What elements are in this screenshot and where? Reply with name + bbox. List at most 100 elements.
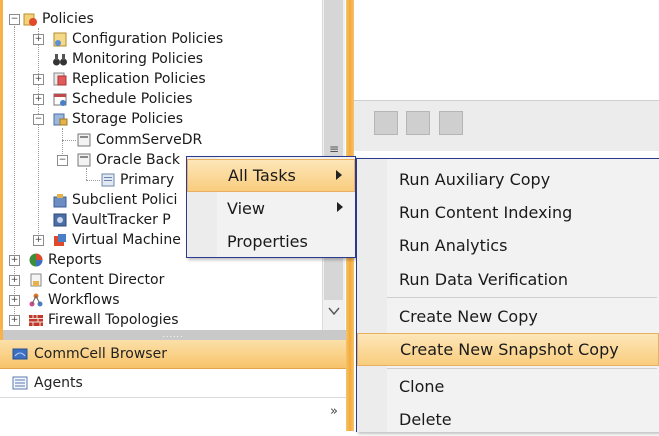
tree-node-commservedr[interactable]: CommServeDR xyxy=(76,130,202,150)
menu-item-label: Properties xyxy=(227,232,308,251)
expand-workflows-toggle[interactable]: + xyxy=(9,295,20,306)
expand-schedule-policies-toggle[interactable]: + xyxy=(33,94,44,105)
expand-reports-toggle[interactable]: + xyxy=(9,255,20,266)
menu-item-label: Run Auxiliary Copy xyxy=(399,170,551,189)
menu-item-run-data-verification[interactable]: Run Data Verification xyxy=(357,263,659,296)
tree-node-policies[interactable]: Policies xyxy=(22,9,94,29)
menu-item-all-tasks[interactable]: All Tasks xyxy=(187,159,355,192)
tree-label: Schedule Policies xyxy=(72,91,193,107)
tree-node-schedule-policies[interactable]: Schedule Policies xyxy=(52,89,193,109)
toolbar-image-icon[interactable] xyxy=(439,111,463,135)
submenu-arrow-icon xyxy=(337,202,343,212)
collapse-policies-toggle[interactable]: − xyxy=(9,14,20,25)
menu-item-create-new-copy[interactable]: Create New Copy xyxy=(357,300,659,333)
menu-separator xyxy=(387,368,657,369)
menu-item-label: Run Content Indexing xyxy=(399,203,573,222)
tree-node-vaulttracker[interactable]: VaultTracker P xyxy=(52,210,171,230)
agents-icon xyxy=(12,375,28,391)
menu-item-run-auxiliary-copy[interactable]: Run Auxiliary Copy xyxy=(357,163,659,196)
tree-label: VaultTracker P xyxy=(72,212,171,228)
tree-label: Policies xyxy=(42,11,94,27)
tree-label: Reports xyxy=(48,252,102,268)
nav-footer xyxy=(0,398,346,431)
tree-node-oracle-backup[interactable]: Oracle Back xyxy=(76,150,180,170)
menu-item-clone[interactable]: Clone xyxy=(357,370,659,403)
tree-label: Primary xyxy=(120,172,175,188)
tree-node-reports[interactable]: Reports xyxy=(28,250,102,270)
scrollbar-grip-icon: ≡ xyxy=(328,142,340,156)
tree-node-storage-policies[interactable]: Storage Policies xyxy=(52,109,183,129)
menu-item-label: Create New Copy xyxy=(399,307,538,326)
menu-item-run-content-indexing[interactable]: Run Content Indexing xyxy=(357,196,659,229)
schedule-policies-icon xyxy=(52,91,68,107)
tree-label: Subclient Polici xyxy=(72,192,178,208)
collapse-oracle-backup-toggle[interactable]: − xyxy=(57,155,68,166)
tree-node-subclient-policies[interactable]: Subclient Polici xyxy=(52,190,177,210)
nav-label: Agents xyxy=(34,375,83,391)
tree-node-primary[interactable]: Primary xyxy=(100,170,174,190)
expand-content-director-toggle[interactable]: + xyxy=(9,275,20,286)
menu-item-label: View xyxy=(227,199,265,218)
workflow-icon xyxy=(28,292,44,308)
context-menu: All Tasks View Properties xyxy=(186,156,356,258)
toolbar-properties-icon[interactable] xyxy=(406,111,430,135)
tree-label: CommServeDR xyxy=(96,132,203,148)
pane-splitter[interactable]: ...... xyxy=(0,330,346,340)
nav-label: CommCell Browser xyxy=(34,346,167,362)
tree-node-content-director[interactable]: Content Director xyxy=(28,270,164,290)
configuration-policies-icon xyxy=(52,31,68,47)
subclient-policies-icon xyxy=(52,192,68,208)
storage-policy-icon xyxy=(76,152,92,168)
firewall-icon xyxy=(28,312,44,328)
virtual-machine-icon xyxy=(52,232,68,248)
tree-label: Virtual Machine xyxy=(72,232,181,248)
orange-frame-edge xyxy=(0,0,3,340)
details-pane xyxy=(354,0,659,101)
menu-item-label: Clone xyxy=(399,377,445,396)
menu-item-label: All Tasks xyxy=(228,166,296,185)
tree-label: Content Director xyxy=(48,272,165,288)
tree-label: Monitoring Policies xyxy=(72,51,204,67)
tree-label: Storage Policies xyxy=(72,111,184,127)
tree-node-workflows[interactable]: Workflows xyxy=(28,290,120,310)
expand-replication-policies-toggle[interactable]: + xyxy=(33,74,44,85)
menu-item-label: Create New Snapshot Copy xyxy=(400,340,619,359)
menu-item-label: Delete xyxy=(399,410,452,429)
policies-icon xyxy=(22,11,38,27)
tree-node-replication-policies[interactable]: Replication Policies xyxy=(52,69,206,89)
toolbar-bookmark-icon[interactable] xyxy=(374,111,398,135)
vaulttracker-icon xyxy=(52,212,68,228)
tree-label: Configuration Policies xyxy=(72,31,224,47)
tree-node-configuration-policies[interactable]: Configuration Policies xyxy=(52,29,223,49)
scroll-down-arrow-icon[interactable] xyxy=(326,304,342,324)
menu-item-label: Run Data Verification xyxy=(399,270,568,289)
copy-icon xyxy=(100,172,116,188)
storage-policies-icon xyxy=(52,111,68,127)
menu-item-view[interactable]: View xyxy=(187,192,355,225)
tree-label: Firewall Topologies xyxy=(48,312,179,328)
details-toolbar xyxy=(354,101,659,151)
expand-configuration-policies-toggle[interactable]: + xyxy=(33,34,44,45)
menu-item-delete[interactable]: Delete xyxy=(357,403,659,436)
tree-label: Replication Policies xyxy=(72,71,206,87)
expand-virtual-machine-toggle[interactable]: + xyxy=(33,235,44,246)
nav-agents[interactable]: Agents xyxy=(0,369,346,398)
menu-separator xyxy=(387,297,657,298)
collapse-storage-policies-toggle[interactable]: − xyxy=(33,114,44,125)
tree-node-virtual-machine[interactable]: Virtual Machine xyxy=(52,230,181,250)
tree-label: Oracle Back xyxy=(96,152,180,168)
tree-node-firewall-topologies[interactable]: Firewall Topologies xyxy=(28,310,179,330)
menu-item-run-analytics[interactable]: Run Analytics xyxy=(357,229,659,262)
menu-item-create-new-snapshot-copy[interactable]: Create New Snapshot Copy xyxy=(357,333,659,366)
pie-chart-icon xyxy=(28,252,44,268)
submenu-arrow-icon xyxy=(336,170,342,180)
menu-item-properties[interactable]: Properties xyxy=(187,225,355,258)
expand-firewall-topologies-toggle[interactable]: + xyxy=(9,315,20,326)
menu-item-label: Run Analytics xyxy=(399,236,508,255)
commcell-browser-icon xyxy=(12,346,28,362)
tree-node-monitoring-policies[interactable]: Monitoring Policies xyxy=(52,49,203,69)
all-tasks-submenu: Run Auxiliary Copy Run Content Indexing … xyxy=(356,158,659,432)
storage-policy-icon xyxy=(76,132,92,148)
nav-commcell-browser[interactable]: CommCell Browser xyxy=(0,340,346,369)
nav-overflow-chevron-icon[interactable]: » xyxy=(330,404,338,419)
